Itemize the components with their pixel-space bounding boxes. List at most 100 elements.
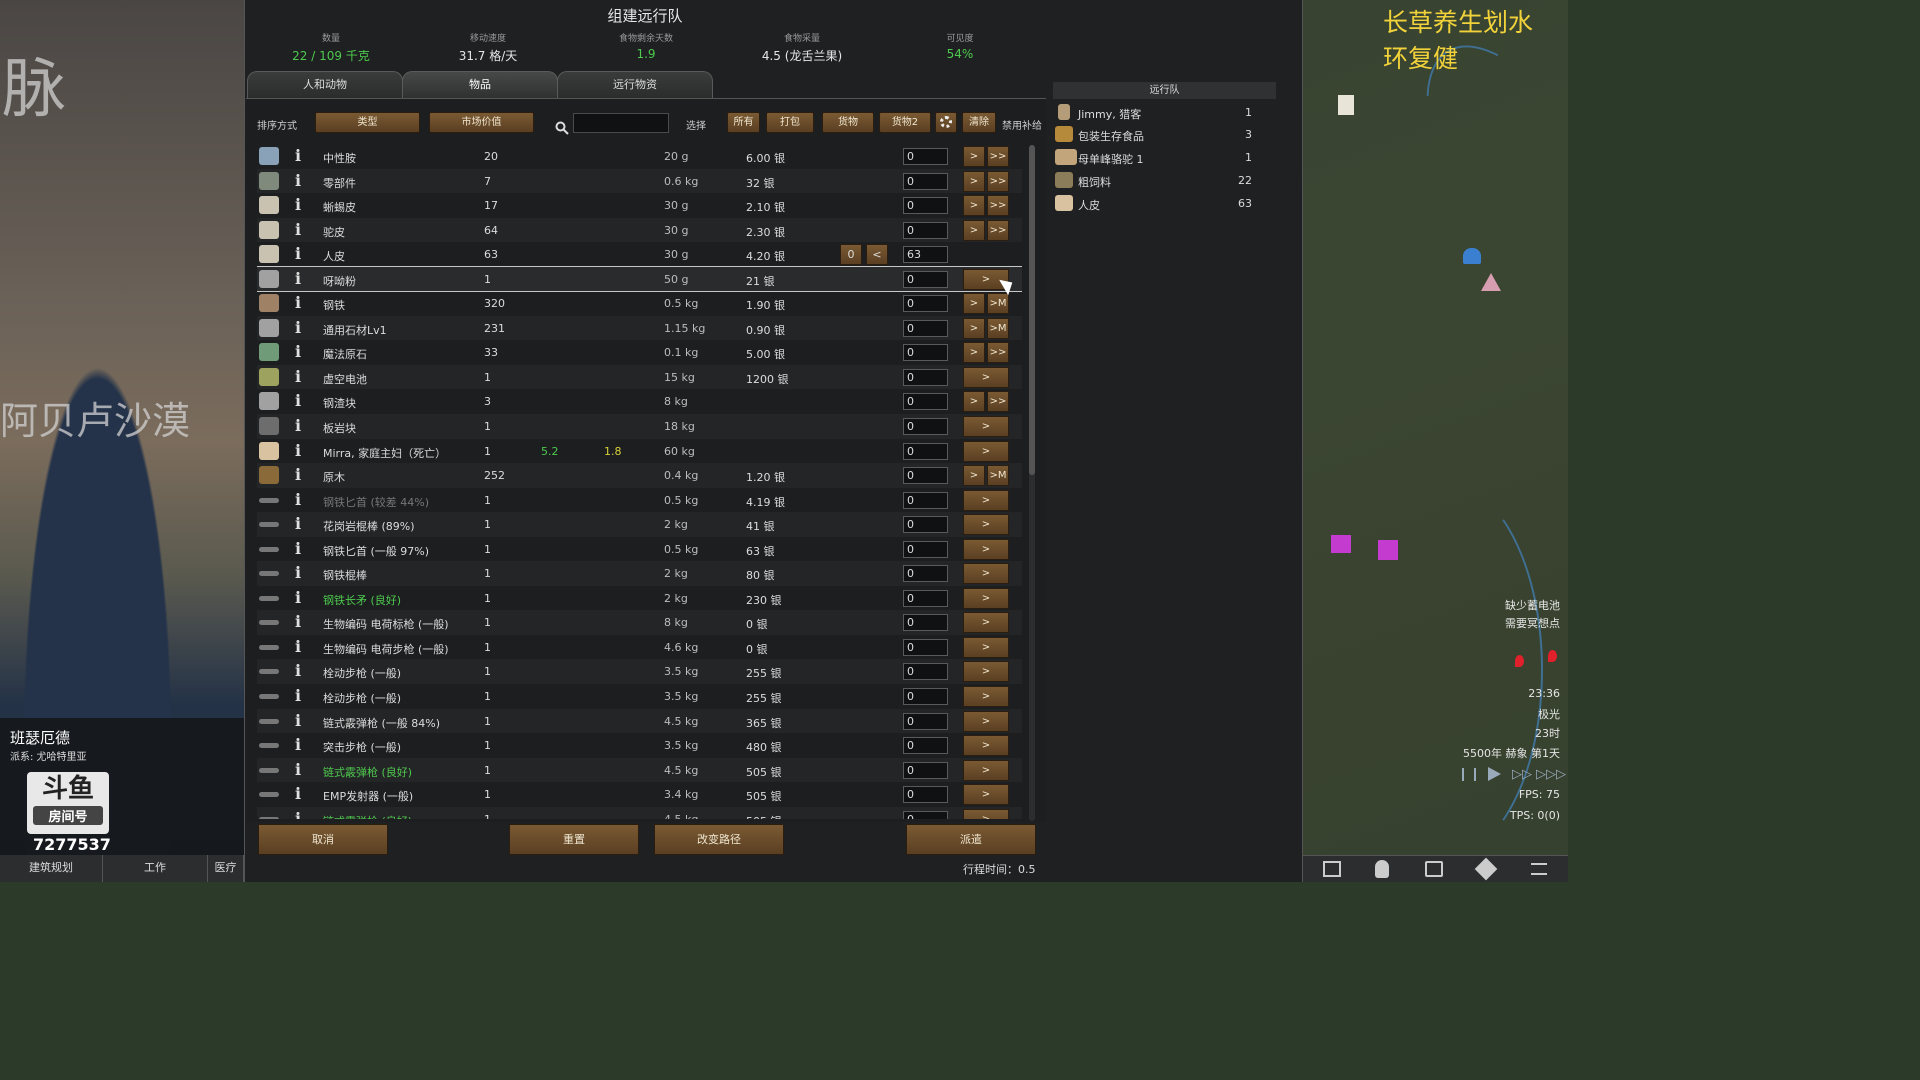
caravan-member-row[interactable]: Jimmy, 猎客 1 <box>1053 102 1276 124</box>
item-row[interactable]: i 虚空电池 1 15 kg 1200 银 0 > <box>257 365 1022 390</box>
increase-button[interactable]: > <box>963 416 1009 438</box>
lightbulb-icon[interactable] <box>1375 860 1389 878</box>
caravan-member-row[interactable]: 人皮 63 <box>1053 193 1276 215</box>
transfer-count-input[interactable]: 0 <box>903 393 948 411</box>
info-icon[interactable]: i <box>295 490 301 509</box>
transfer-count-input[interactable]: 0 <box>903 197 948 215</box>
increase-button[interactable]: > <box>963 808 1009 819</box>
increase-button[interactable]: > <box>963 587 1009 609</box>
disable-supply-toggle[interactable]: 禁用补给 <box>1002 117 1042 132</box>
increase-button[interactable]: > <box>963 538 1009 560</box>
increase-button[interactable]: > <box>963 710 1009 732</box>
item-row[interactable]: i 钢铁 320 0.5 kg 1.90 银 0 > >M <box>257 291 1022 316</box>
item-row[interactable]: i 钢铁匕首 (一般 97%) 1 0.5 kg 63 银 0 > <box>257 537 1022 562</box>
increase-max-button[interactable]: >> <box>987 219 1009 241</box>
filter-pack-button[interactable]: 打包 <box>766 112 814 133</box>
increase-button[interactable]: > <box>963 342 985 364</box>
cancel-button[interactable]: 取消 <box>258 824 388 855</box>
info-icon[interactable]: i <box>295 220 301 239</box>
history-icon[interactable] <box>1425 861 1443 877</box>
increase-button[interactable]: > <box>963 514 1009 536</box>
increase-button[interactable]: > <box>963 784 1009 806</box>
info-icon[interactable]: i <box>295 563 301 582</box>
caravan-member-row[interactable]: 母单峰骆驼 1 1 <box>1053 147 1276 169</box>
item-row[interactable]: i 生物编码 电荷标枪 (一般) 1 8 kg 0 银 0 > <box>257 610 1022 635</box>
caravan-member-row[interactable]: 粗饲料 22 <box>1053 170 1276 192</box>
settings-gear-button[interactable] <box>935 112 957 133</box>
increase-max-button[interactable]: >> <box>987 342 1009 364</box>
transfer-count-input[interactable]: 0 <box>903 491 948 509</box>
main-tab-medical[interactable]: 医疗 <box>208 855 244 882</box>
transfer-count-input[interactable]: 0 <box>903 688 948 706</box>
increase-button[interactable]: > <box>963 489 1009 511</box>
transfer-count-input[interactable]: 0 <box>903 148 948 165</box>
sort-market-value-button[interactable]: 市场价值 <box>429 112 534 133</box>
fast-forward-icon[interactable]: ▷▷ <box>1512 767 1532 782</box>
item-row[interactable]: i 链式霰弹枪 (一般 84%) 1 4.5 kg 365 银 0 > <box>257 709 1022 734</box>
item-row[interactable]: i 人皮 63 30 g 4.20 银 0 <63 <box>257 242 1022 267</box>
item-row[interactable]: i 呀呦粉 1 50 g 21 银 0 > <box>257 265 1022 293</box>
info-icon[interactable]: i <box>295 784 301 803</box>
alert-low-battery[interactable]: 缺少蓄电池 <box>1480 597 1560 613</box>
monument-icon[interactable] <box>1338 95 1354 115</box>
info-icon[interactable]: i <box>295 342 301 361</box>
info-icon[interactable]: i <box>295 391 301 410</box>
transfer-count-input[interactable]: 0 <box>903 614 948 632</box>
increase-max-button[interactable]: >M <box>987 465 1009 487</box>
increase-button[interactable]: > <box>963 170 985 192</box>
transfer-count-input[interactable]: 0 <box>903 565 948 583</box>
info-icon[interactable]: i <box>295 760 301 779</box>
increase-max-button[interactable]: >> <box>987 391 1009 413</box>
transfer-count-input[interactable]: 0 <box>903 810 948 819</box>
increase-button[interactable]: > <box>963 391 985 413</box>
item-row[interactable]: i 蜥蜴皮 17 30 g 2.10 银 0 > >> <box>257 193 1022 218</box>
increase-button[interactable]: > <box>963 759 1009 781</box>
info-icon[interactable]: i <box>295 809 301 819</box>
menu-icon[interactable] <box>1531 863 1547 875</box>
tab-items[interactable]: 物品 <box>402 71 558 98</box>
item-row[interactable]: i 中性胺 20 20 g 6.00 银 0 > >> <box>257 144 1022 169</box>
decrease-button[interactable]: < <box>866 244 888 266</box>
item-row[interactable]: i 栓动步枪 (一般) 1 3.5 kg 255 银 0 > <box>257 684 1022 709</box>
info-icon[interactable]: i <box>295 269 301 288</box>
transfer-count-input[interactable]: 0 <box>903 761 948 779</box>
increase-button[interactable]: > <box>963 735 1009 757</box>
item-row[interactable]: i 链式霰弹枪 (良好) 1 4.5 kg 505 银 0 > <box>257 807 1022 819</box>
transfer-count-input[interactable]: 0 <box>903 344 948 362</box>
item-list[interactable]: i 中性胺 20 20 g 6.00 银 0 > >> i 零部件 7 0.6 kg 32 银 0 > >> i… <box>257 144 1022 819</box>
item-row[interactable]: i 零部件 7 0.6 kg 32 银 0 > >> <box>257 169 1022 194</box>
increase-button[interactable]: > <box>963 661 1009 683</box>
increase-button[interactable]: > <box>963 293 985 315</box>
send-button[interactable]: 派遣 <box>906 824 1036 855</box>
increase-button[interactable]: > <box>963 146 985 167</box>
item-row[interactable]: i 花岗岩棍棒 (89%) 1 2 kg 41 银 0 > <box>257 512 1022 537</box>
item-row[interactable]: i 通用石材Lv1 231 1.15 kg 0.90 银 0 > >M <box>257 316 1022 341</box>
enemy-marker-icon[interactable] <box>1481 273 1501 291</box>
info-icon[interactable]: i <box>295 146 301 165</box>
transfer-count-input[interactable]: 0 <box>903 589 948 607</box>
info-icon[interactable]: i <box>295 588 301 607</box>
item-list-scrollbar[interactable] <box>1029 145 1035 821</box>
settlement-marker-icon[interactable] <box>1463 248 1481 264</box>
play-icon[interactable] <box>1488 767 1501 781</box>
alert-meditation[interactable]: 需要冥想点 <box>1480 615 1560 631</box>
research-icon[interactable] <box>1474 857 1498 881</box>
reset-button[interactable]: 重置 <box>509 824 639 855</box>
transfer-count-input[interactable]: 0 <box>903 516 948 534</box>
increase-max-button[interactable]: >> <box>987 195 1009 217</box>
info-icon[interactable]: i <box>295 416 301 435</box>
transfer-count-input[interactable]: 63 <box>903 246 948 264</box>
clear-button[interactable]: 清除 <box>962 112 996 133</box>
increase-button[interactable]: > <box>963 563 1009 585</box>
item-row[interactable]: i 突击步枪 (一般) 1 3.5 kg 480 银 0 > <box>257 733 1022 758</box>
increase-button[interactable]: > <box>963 686 1009 708</box>
pause-icon[interactable] <box>1462 768 1476 781</box>
transfer-count-input[interactable]: 0 <box>903 270 948 288</box>
increase-button[interactable]: > <box>963 317 985 339</box>
item-row[interactable]: i 钢铁棍棒 1 2 kg 80 银 0 > <box>257 561 1022 586</box>
transfer-count-input[interactable]: 0 <box>903 712 948 730</box>
info-icon[interactable]: i <box>295 514 301 533</box>
item-row[interactable]: i 驼皮 64 30 g 2.30 银 0 > >> <box>257 218 1022 243</box>
transfer-count-input[interactable]: 0 <box>903 786 948 804</box>
transfer-count-input[interactable]: 0 <box>903 638 948 656</box>
